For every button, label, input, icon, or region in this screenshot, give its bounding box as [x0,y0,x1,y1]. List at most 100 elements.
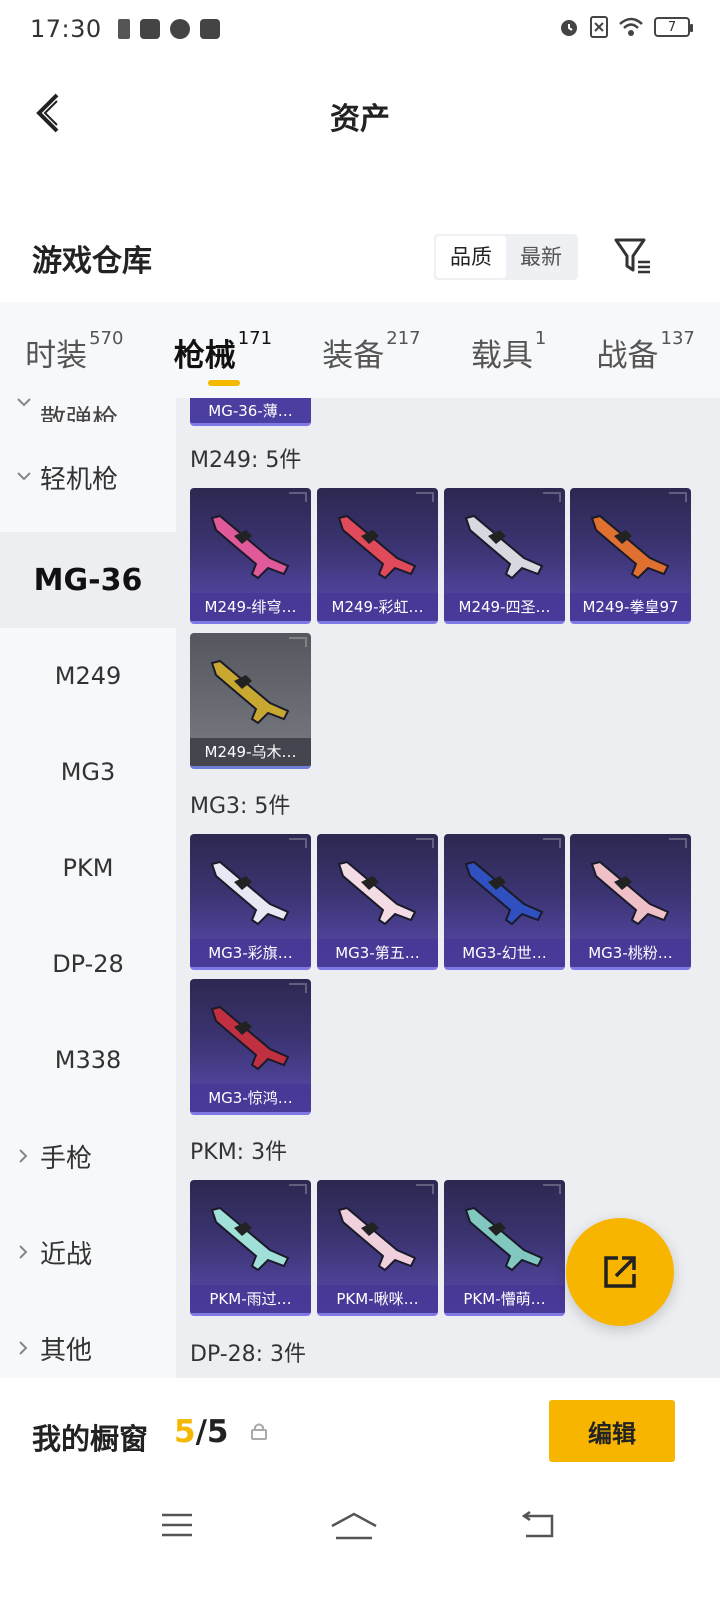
skin-card-label: PKM-雨过… [190,1285,311,1313]
gun-skin-icon [210,860,290,926]
chevron-down-icon [17,398,31,407]
tab-fashion[interactable]: 时装 570 [25,328,124,375]
tab-label: 载具 [470,338,533,374]
skin-card[interactable]: M249-四圣… [444,488,565,624]
header: 资产 [0,70,720,160]
tab-count: 570 [89,328,124,349]
tab-count: 171 [237,328,273,349]
section-title: DP-28: 3件 [190,1342,307,1367]
sidebar-item-mg36[interactable]: MG-36 [0,532,176,628]
share-fab-button[interactable] [566,1218,674,1326]
alarm-icon [561,20,577,36]
skin-card-label: M249-彩虹… [317,593,438,621]
skin-card-label: M249-四圣… [444,593,565,621]
skin-card-partial[interactable]: MG-36-薄… [190,398,311,426]
sidebar-item-m338[interactable]: M338 [0,1012,176,1108]
showcase-label: 我的橱窗 [32,1422,149,1456]
sidebar-item-dp28[interactable]: DP-28 [0,916,176,1012]
card-corner-decoration [543,838,561,848]
card-corner-decoration [543,492,561,502]
section-title: M249: 5件 [190,448,302,473]
sidebar-item-label: 其他 [40,1335,93,1366]
chevron-right-icon [19,1149,28,1163]
card-corner-decoration [289,1184,307,1194]
tab-label: 战备 [596,338,659,374]
skin-card[interactable]: PKM-啾咪… [317,1180,438,1316]
app-icon [169,19,190,39]
sort-toggle: 品质 最新 [434,234,578,280]
card-corner-decoration [669,492,687,502]
sort-quality-button[interactable]: 品质 [436,236,506,278]
wifi-icon [619,17,643,36]
sidebar-group-lmg[interactable]: 轻机枪 [0,422,176,532]
skin-card[interactable]: M249-彩虹… [317,488,438,624]
skin-card-label: MG3-第五… [317,939,438,967]
sidebar-group-other[interactable]: 其他 [0,1300,176,1378]
chevron-right-icon [19,1245,28,1259]
tab-weapons[interactable]: 枪械 171 [173,328,273,386]
skin-card[interactable]: MG3-幻世… [444,834,565,970]
sidebar-item-m249[interactable]: M249 [0,628,176,724]
tab-supplies[interactable]: 战备 137 [596,328,695,375]
active-tab-indicator [207,380,240,386]
sidebar-group-pistol[interactable]: 手枪 [0,1108,176,1204]
back-nav-icon[interactable] [520,1510,556,1540]
showcase-current: 5 [174,1414,196,1450]
skin-card[interactable]: M249-拳皇97 [570,488,691,624]
sidebar-item-shotgun[interactable]: 散弹枪 [0,398,176,422]
card-corner-decoration [289,838,307,848]
sort-newest-button[interactable]: 最新 [506,236,576,278]
skin-card-label: MG3-桃粉… [570,939,691,967]
gun-skin-icon [464,860,544,926]
card-corner-decoration [416,492,434,502]
sidebar-item-label: 近战 [40,1239,93,1270]
chevron-right-icon [19,1341,28,1355]
skin-card[interactable]: M249-绯穹… [190,488,311,624]
gun-skin-icon [337,514,417,580]
filter-button[interactable] [612,232,656,280]
showcase-bar: 我的橱窗 5/5 编辑 [0,1378,720,1488]
battery-level: 7 [667,19,677,35]
skin-card-label: MG3-幻世… [444,939,565,967]
sidebar-item-label: 手枪 [40,1143,93,1174]
menu-icon[interactable] [160,1510,194,1540]
sidebar-item-mg3[interactable]: MG3 [0,724,176,820]
tab-label: 时装 [25,338,88,374]
sidebar-item-pkm[interactable]: PKM [0,820,176,916]
home-icon[interactable] [330,1510,378,1542]
system-nav-bar [0,1488,720,1600]
tab-equipment[interactable]: 装备 217 [322,328,421,375]
skin-card-label: M249-乌木… [190,738,311,766]
skin-card[interactable]: MG3-桃粉… [570,834,691,970]
tab-label: 枪械 [173,338,236,374]
status-time: 17:30 [30,15,102,43]
tab-count: 137 [660,328,695,349]
card-corner-decoration [289,983,307,993]
skin-card[interactable]: PKM-懵萌… [444,1180,565,1316]
chevron-down-icon [17,472,31,481]
notification-icons [117,19,220,39]
edit-button[interactable]: 编辑 [549,1400,675,1462]
showcase-count: 5/5 [174,1414,228,1450]
system-icons: 7 [558,16,693,38]
section-title: MG3: 5件 [190,794,291,819]
sidebar-group-melee[interactable]: 近战 [0,1204,176,1300]
skin-card-label: MG3-惊鸿… [190,1084,311,1112]
skin-card[interactable]: PKM-雨过… [190,1180,311,1316]
skin-card[interactable]: MG3-惊鸿… [190,979,311,1115]
skin-card[interactable]: M249-乌木… [190,633,311,769]
skin-card[interactable]: MG3-第五… [317,834,438,970]
battery-icon: 7 [654,17,693,37]
share-icon [604,1256,636,1288]
gun-skin-icon [590,514,670,580]
tab-vehicles[interactable]: 载具 1 [470,328,546,375]
card-corner-decoration [416,1184,434,1194]
skin-card[interactable]: MG3-彩旗… [190,834,311,970]
warehouse-title: 游戏仓库 [32,244,152,279]
status-bar: 17:30 7 [0,0,720,58]
category-tabs: 时装 570 枪械 171 装备 217 载具 1 战备 137 [0,302,720,398]
filter-icon [614,238,650,274]
gun-skin-icon [337,860,417,926]
tab-count: 217 [386,328,421,349]
play-icon [199,19,220,39]
